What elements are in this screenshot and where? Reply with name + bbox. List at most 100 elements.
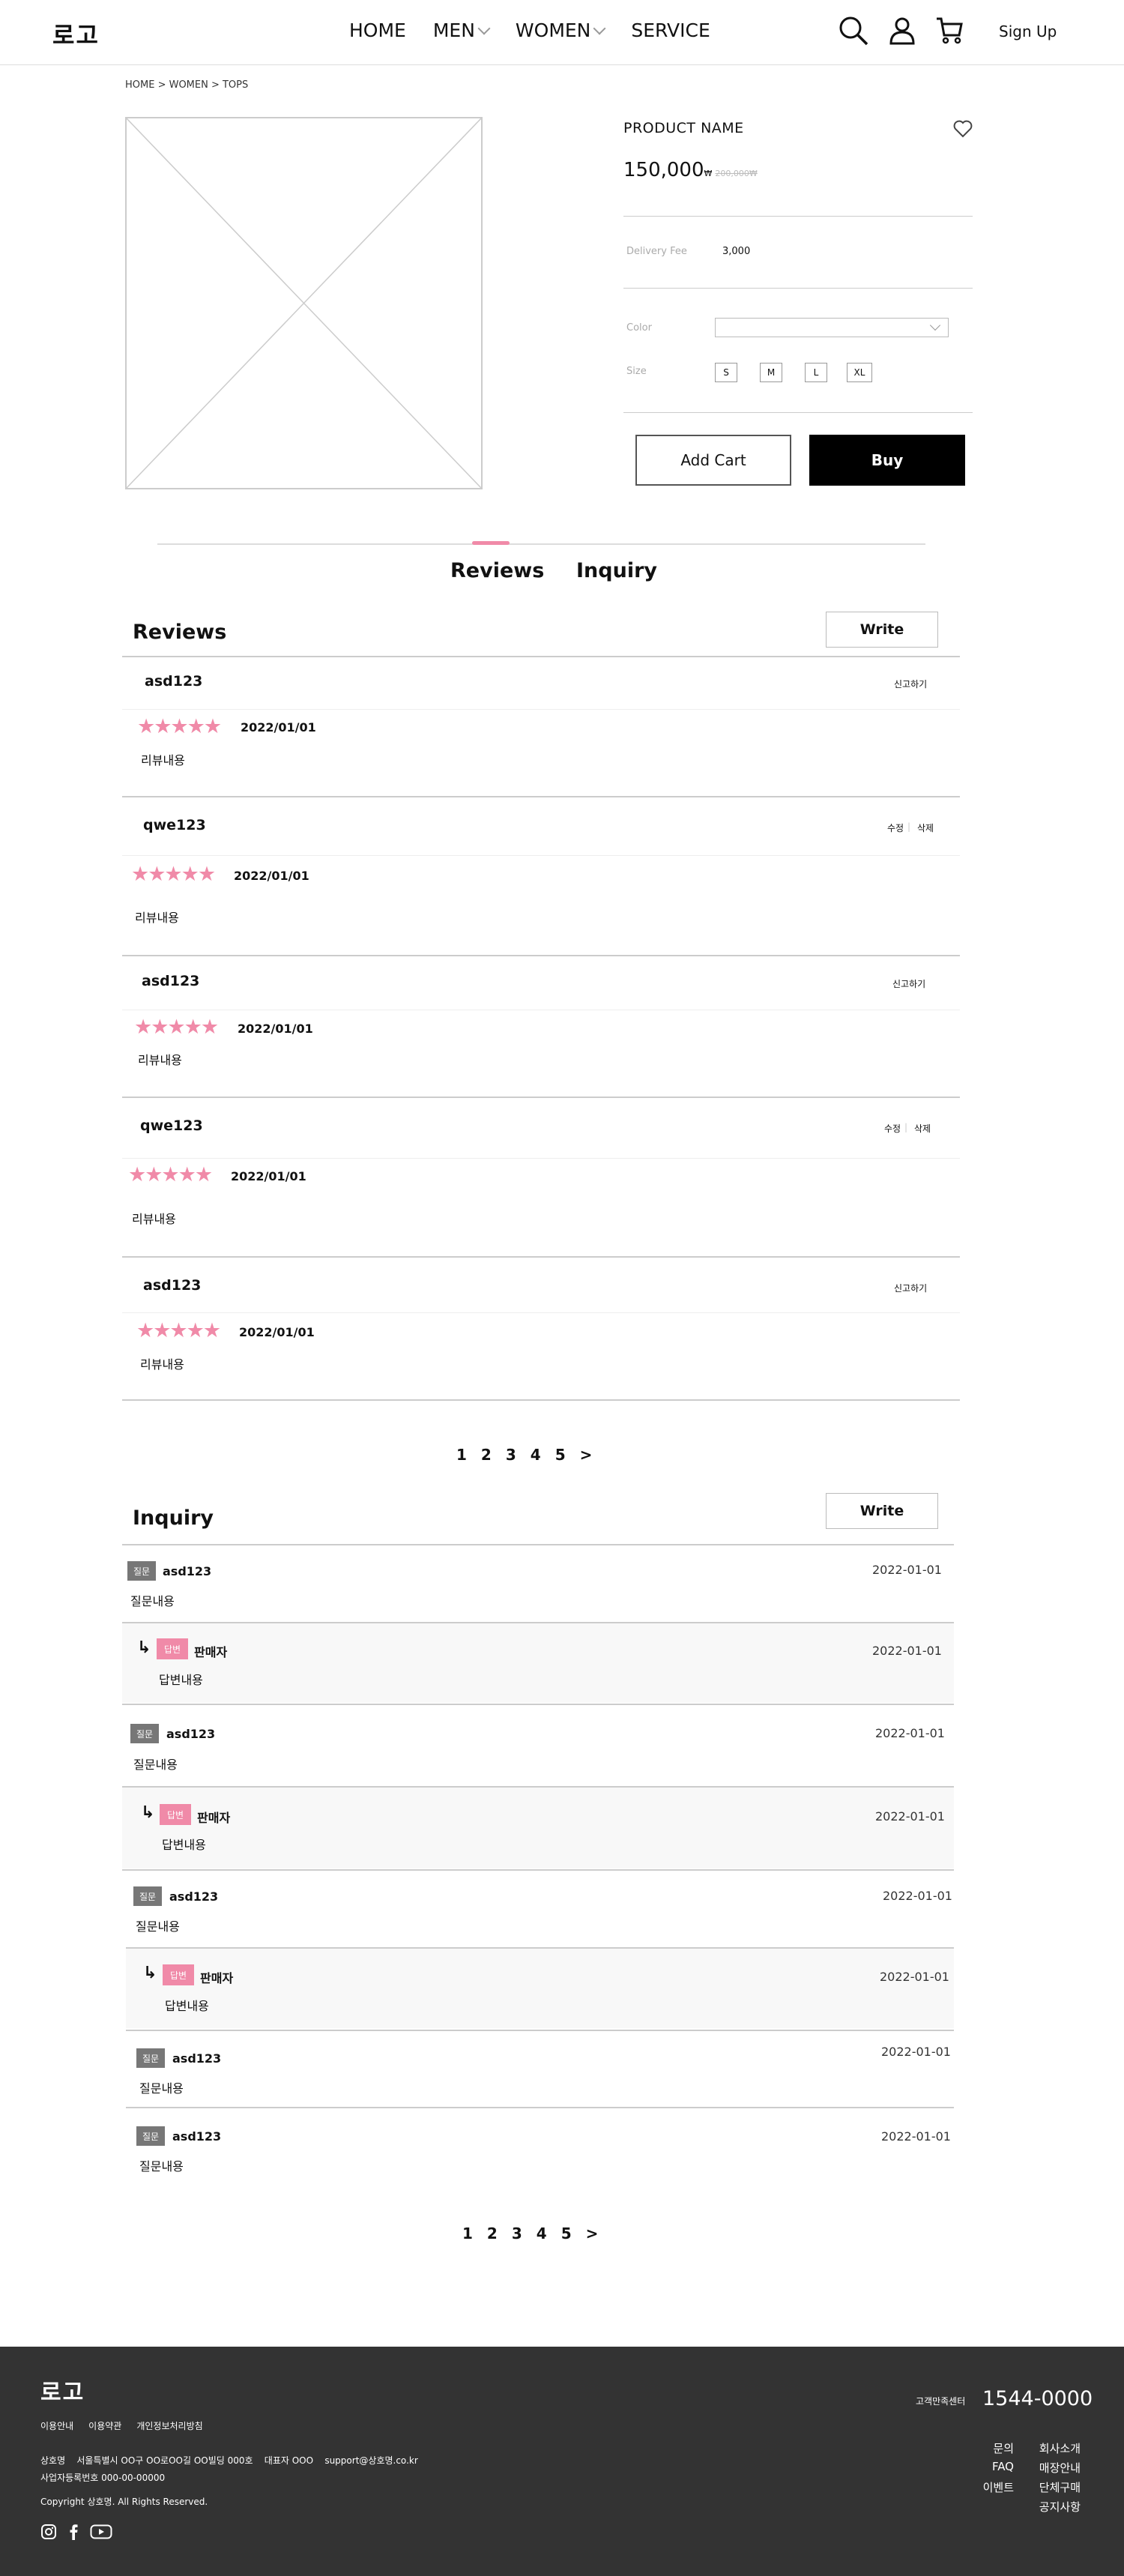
original-price: 200,000₩ bbox=[715, 169, 758, 178]
nav-service[interactable]: SERVICE bbox=[631, 19, 710, 41]
review-date: 2022/01/01 bbox=[234, 869, 309, 883]
page-5[interactable]: 5 bbox=[555, 1446, 566, 1464]
add-cart-button[interactable]: Add Cart bbox=[635, 435, 791, 486]
nav-home[interactable]: HOME bbox=[349, 19, 406, 41]
answer-panel bbox=[122, 1788, 954, 1868]
footer-menu-faq[interactable]: FAQ bbox=[992, 2460, 1014, 2473]
footer-menu-group-buy[interactable]: 단체구매 bbox=[1039, 2479, 1081, 2495]
facebook-icon[interactable] bbox=[67, 2524, 79, 2540]
tab-inquiry[interactable]: Inquiry bbox=[576, 559, 657, 582]
report-link[interactable]: 신고하기 bbox=[894, 1282, 927, 1294]
reply-arrow-icon: ↳ bbox=[141, 1803, 155, 1822]
divider bbox=[122, 796, 960, 797]
tab-indicator bbox=[472, 541, 510, 545]
cs-label: 고객만족센터 bbox=[916, 2396, 966, 2407]
color-select[interactable] bbox=[715, 318, 949, 337]
size-option-xl[interactable]: XL bbox=[847, 363, 872, 382]
report-link[interactable]: 신고하기 bbox=[892, 977, 925, 990]
page-1[interactable]: 1 bbox=[462, 2224, 473, 2242]
footer-menu-stores[interactable]: 매장안내 bbox=[1039, 2460, 1081, 2476]
page-4[interactable]: 4 bbox=[537, 2224, 547, 2242]
nav-home-label: HOME bbox=[349, 19, 406, 41]
tabs-divider bbox=[157, 543, 925, 545]
logo[interactable]: 로고 bbox=[52, 16, 100, 51]
question-badge: 질문 bbox=[136, 2126, 165, 2146]
delete-link[interactable]: 삭제 bbox=[917, 821, 934, 834]
nav-service-label: SERVICE bbox=[631, 19, 710, 41]
page-5[interactable]: 5 bbox=[561, 2224, 572, 2242]
answer-date: 2022-01-01 bbox=[880, 1970, 949, 1984]
page-2[interactable]: 2 bbox=[487, 2224, 498, 2242]
review-date: 2022/01/01 bbox=[239, 1325, 315, 1339]
divider bbox=[122, 955, 960, 956]
nav-men-label: MEN bbox=[432, 19, 475, 41]
inquiry-date: 2022-01-01 bbox=[881, 2045, 951, 2059]
answer-content: 답변내용 bbox=[159, 1673, 203, 1687]
divider bbox=[126, 2030, 954, 2031]
color-label: Color bbox=[626, 322, 652, 334]
footer-menu-about[interactable]: 회사소개 bbox=[1039, 2440, 1081, 2456]
heart-icon[interactable] bbox=[953, 120, 973, 138]
answer-badge: 답변 bbox=[163, 1964, 194, 1985]
chevron-down-icon bbox=[929, 319, 941, 331]
cart-icon[interactable] bbox=[935, 16, 965, 46]
edit-link[interactable]: 수정 bbox=[887, 821, 904, 834]
footer-link-terms[interactable]: 이용약관 bbox=[88, 2419, 121, 2432]
size-label: Size bbox=[626, 366, 647, 377]
footer-link-privacy[interactable]: 개인정보처리방침 bbox=[136, 2419, 202, 2432]
page-3[interactable]: 3 bbox=[506, 1446, 516, 1464]
divider bbox=[122, 1399, 960, 1401]
page-2[interactable]: 2 bbox=[481, 1446, 492, 1464]
page-3[interactable]: 3 bbox=[512, 2224, 522, 2242]
youtube-icon[interactable] bbox=[90, 2524, 112, 2540]
answer-content: 답변내용 bbox=[162, 1838, 206, 1852]
write-review-button[interactable]: Write bbox=[826, 612, 938, 648]
size-option-l[interactable]: L bbox=[805, 363, 827, 382]
price-value: 150,000 bbox=[623, 159, 704, 181]
write-inquiry-button[interactable]: Write bbox=[826, 1493, 938, 1529]
main-nav: HOME MEN WOMEN SERVICE bbox=[349, 19, 710, 41]
size-option-s[interactable]: S bbox=[715, 363, 737, 382]
instagram-icon[interactable] bbox=[40, 2524, 57, 2540]
chevron-down-icon bbox=[477, 22, 491, 34]
page-4[interactable]: 4 bbox=[531, 1446, 541, 1464]
question-content: 질문내용 bbox=[133, 1758, 178, 1772]
review-user: qwe123 bbox=[143, 817, 206, 833]
product-name: PRODUCT NAME bbox=[623, 120, 744, 136]
next-page[interactable]: > bbox=[580, 1446, 593, 1464]
nav-women[interactable]: WOMEN bbox=[516, 19, 606, 41]
search-icon[interactable] bbox=[838, 15, 869, 46]
footer-menu-event[interactable]: 이벤트 bbox=[983, 2479, 1014, 2495]
tab-reviews[interactable]: Reviews bbox=[450, 559, 544, 582]
rating-stars: ★★★★★ bbox=[128, 1163, 213, 1186]
review-user: qwe123 bbox=[140, 1117, 203, 1134]
product-info: PRODUCT NAME 150,000₩ 200,000₩ Delivery F… bbox=[623, 120, 973, 486]
header: 로고 HOME MEN WOMEN SERVICE Sign Up bbox=[0, 0, 1124, 65]
divider bbox=[623, 412, 973, 413]
footer-link-guide[interactable]: 이용안내 bbox=[40, 2419, 73, 2432]
page-1[interactable]: 1 bbox=[456, 1446, 467, 1464]
size-option-m[interactable]: M bbox=[760, 363, 782, 382]
footer-logo[interactable]: 로고 bbox=[40, 2374, 85, 2407]
divider bbox=[122, 1158, 960, 1159]
delete-link[interactable]: 삭제 bbox=[914, 1122, 931, 1135]
answer-user: 판매자 bbox=[200, 1971, 234, 1985]
social-links bbox=[40, 2524, 112, 2540]
review-date: 2022/01/01 bbox=[231, 1169, 306, 1183]
next-page[interactable]: > bbox=[586, 2224, 599, 2242]
review-content: 리뷰내용 bbox=[132, 1212, 176, 1226]
divider bbox=[122, 1312, 960, 1313]
inquiry-title: Inquiry bbox=[133, 1506, 214, 1530]
buy-button[interactable]: Buy bbox=[809, 435, 965, 486]
footer-menu-notice[interactable]: 공지사항 bbox=[1039, 2499, 1081, 2515]
inquiry-user: asd123 bbox=[163, 1564, 212, 1578]
report-link[interactable]: 신고하기 bbox=[894, 678, 927, 690]
question-badge: 질문 bbox=[127, 1561, 156, 1581]
signup-link[interactable]: Sign Up bbox=[999, 22, 1057, 40]
answer-content: 답변내용 bbox=[165, 1999, 209, 2013]
footer-menu-inquiry[interactable]: 문의 bbox=[993, 2440, 1014, 2456]
nav-men[interactable]: MEN bbox=[432, 19, 491, 41]
divider bbox=[122, 855, 960, 856]
edit-link[interactable]: 수정 bbox=[884, 1122, 901, 1135]
user-icon[interactable] bbox=[889, 16, 916, 45]
